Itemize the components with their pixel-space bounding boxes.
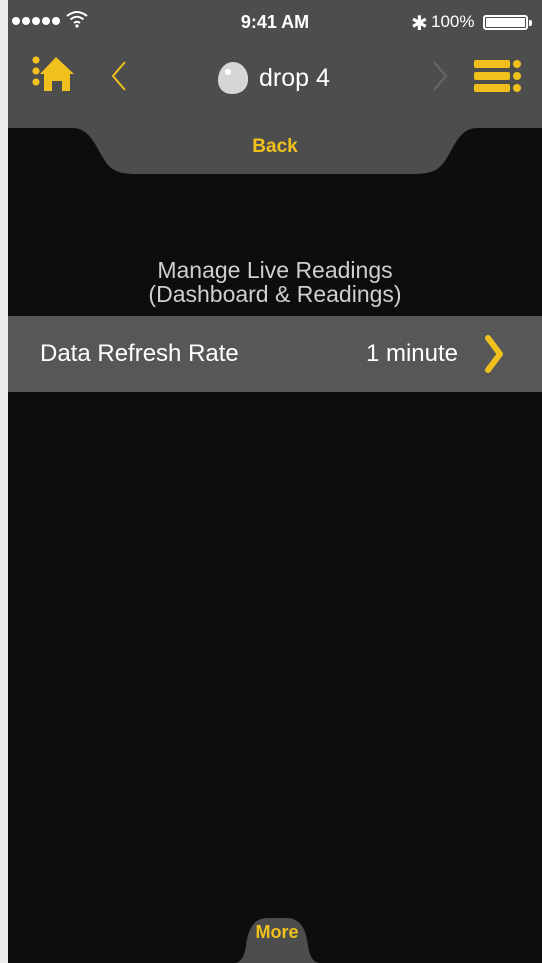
list-menu-icon[interactable] <box>474 56 522 96</box>
battery-icon <box>483 15 532 30</box>
chevron-left-icon[interactable] <box>107 58 131 94</box>
app-screen: 9:41 AM ✱ 100% drop 4 Back Manage Live R… <box>8 0 542 963</box>
drop-device-icon <box>218 62 249 94</box>
home-icon[interactable] <box>32 54 76 98</box>
nav-bar: drop 4 <box>8 44 542 128</box>
chevron-right-icon[interactable] <box>428 58 452 94</box>
back-button[interactable]: Back <box>8 136 542 158</box>
page-title: drop 4 <box>259 63 330 92</box>
data-refresh-rate-row[interactable]: Data Refresh Rate 1 minute <box>8 316 542 392</box>
setting-label: Data Refresh Rate <box>40 340 239 367</box>
nav-title-group: drop 4 <box>215 58 330 98</box>
battery-percent: 100% <box>431 12 475 31</box>
section-heading: Manage Live Readings (Dashboard & Readin… <box>8 258 542 306</box>
chevron-right-icon <box>485 335 503 373</box>
section-heading-line2: (Dashboard & Readings) <box>148 281 402 307</box>
section-heading-line1: Manage Live Readings <box>157 257 393 283</box>
status-bar: 9:41 AM ✱ 100% <box>8 0 542 44</box>
setting-value: 1 minute <box>365 340 458 367</box>
more-button[interactable]: More <box>234 922 320 943</box>
bluetooth-icon: ✱ <box>411 13 428 35</box>
